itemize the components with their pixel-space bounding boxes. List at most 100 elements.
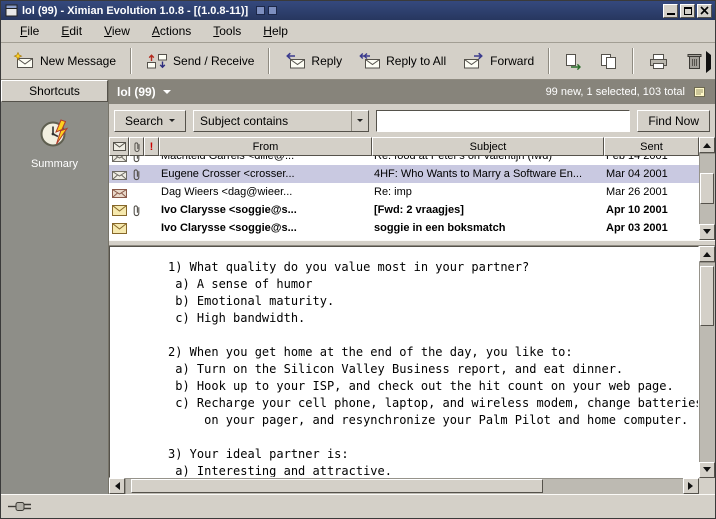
new-message-button[interactable]: New Message [5,47,124,75]
search-input[interactable] [376,110,630,132]
message-row[interactable]: Ivo Clarysse <soggie@s... soggie in een … [109,219,699,237]
preview-pane[interactable]: 1) What quality do you value most in you… [109,246,699,478]
message-from: Dag Wieers <dag@wieer... [159,186,372,198]
toolbar: New Message Send / Receive Reply [1,43,715,80]
menu-actions[interactable]: Actions [143,21,200,41]
shortcut-summary[interactable]: Summary [31,116,78,170]
message-subject: soggie in een boksmatch [372,222,604,234]
forward-button[interactable]: Forward [455,47,542,75]
message-from: Ivo Clarysse <soggie@s... [159,204,372,216]
chevron-down-icon [169,119,175,125]
send-receive-icon [146,52,168,70]
scroll-down-arrow-icon[interactable] [699,462,715,478]
send-receive-button[interactable]: Send / Receive [138,47,262,75]
scrollbar-thumb[interactable] [700,173,714,204]
column-sent[interactable]: Sent [604,137,699,156]
message-body-text: 1) What quality do you value most in you… [110,247,698,478]
toolbar-separator [268,48,270,74]
shortcuts-pane: Summary [1,102,108,494]
maximize-icon [684,7,692,15]
reply-all-label: Reply to All [386,54,446,68]
move-to-folder-icon [564,53,583,70]
message-row[interactable]: Eugene Crosser <crosser... 4HF: Who Want… [109,165,699,183]
close-button[interactable] [697,4,712,18]
scroll-right-arrow-icon[interactable] [683,478,699,494]
maximize-button[interactable] [680,4,695,18]
message-subject: 4HF: Who Wants to Marry a Software En... [372,168,604,180]
attachment-icon [129,204,144,217]
search-menu-button[interactable]: Search [114,110,186,132]
envelope-icon [113,142,126,151]
reply-label: Reply [311,54,342,68]
message-list-area: ! From Subject Sent [109,137,715,240]
menu-bar: File Edit View Actions Tools Help [1,20,715,43]
scroll-left-arrow-icon[interactable] [109,478,125,494]
menu-view[interactable]: View [95,21,139,41]
trash-icon [686,52,703,70]
menu-edit[interactable]: Edit [52,21,91,41]
reply-all-icon [359,52,381,70]
column-from[interactable]: From [159,137,372,156]
scrollbar-track[interactable] [699,262,715,462]
preview-area: 1) What quality do you value most in you… [109,246,715,478]
folder-status-text: 99 new, 1 selected, 103 total [546,86,693,98]
message-list-scrollbar[interactable] [699,137,715,240]
reply-to-all-button[interactable]: Reply to All [351,47,454,75]
message-subject: Re: food at Peter's on Valentijn (fwd) [372,156,604,162]
forward-label: Forward [490,54,534,68]
attachment-icon [129,168,144,181]
column-attachment[interactable] [129,137,144,156]
scroll-down-arrow-icon[interactable] [699,224,715,240]
scrollbar-thumb[interactable] [131,479,544,493]
message-row[interactable]: Ivo Clarysse <soggie@s... [Fwd: 2 vraagj… [109,201,699,219]
column-importance[interactable]: ! [144,137,159,156]
scrollbar-thumb[interactable] [700,266,714,326]
paperclip-icon [133,141,141,153]
toolbar-separator [548,48,550,74]
message-sent: Mar 26 2001 [604,186,699,198]
chevron-down-icon[interactable] [351,111,368,131]
read-envelope-icon [109,156,129,162]
message-sent: Apr 03 2001 [604,222,699,234]
scrollbar-track[interactable] [125,478,683,494]
message-row[interactable]: Dag Wieers <dag@wieer... Re: imp Mar 26 … [109,183,699,201]
search-menu-label: Search [125,114,163,128]
send-receive-label: Send / Receive [173,54,254,68]
message-from: Machteld Garrels <dille@... [159,156,372,162]
menu-file[interactable]: File [11,21,48,41]
folder-title[interactable]: lol (99) [117,85,156,99]
reply-button[interactable]: Reply [276,47,350,75]
search-criteria-select[interactable]: Subject contains [193,110,369,132]
preview-scrollbar[interactable] [699,246,715,478]
copy-to-folder-button[interactable] [592,48,626,75]
scrollbar-track[interactable] [699,153,715,224]
print-icon [648,53,669,70]
column-read-status[interactable] [109,137,129,156]
window-menu-icon[interactable] [4,4,18,18]
column-subject[interactable]: Subject [372,137,604,156]
titlebar-decoration-icon [256,6,277,15]
note-icon[interactable] [693,85,707,99]
toolbar-overflow-arrow-icon[interactable] [706,55,712,69]
find-now-button[interactable]: Find Now [637,110,710,132]
toolbar-separator [130,48,132,74]
shortcuts-group-button[interactable]: Shortcuts [1,80,108,102]
scroll-up-arrow-icon[interactable] [699,246,715,262]
titlebar[interactable]: lol (99) - Ximian Evolution 1.0.8 - [(1.… [1,1,715,20]
message-row[interactable]: Machteld Garrels <dille@... Re: food at … [109,156,699,165]
folder-title-bar[interactable]: lol (99) 99 new, 1 selected, 103 total [109,80,715,104]
unread-envelope-icon [109,223,129,234]
menu-tools[interactable]: Tools [204,21,250,41]
message-sent: Mar 04 2001 [604,168,699,180]
scrollbar-corner [699,478,715,494]
move-to-folder-button[interactable] [556,48,591,75]
chevron-down-icon [163,90,171,98]
scroll-up-arrow-icon[interactable] [699,137,715,153]
online-status-icon[interactable] [8,500,36,513]
horizontal-scrollbar[interactable] [109,478,715,494]
menu-help[interactable]: Help [254,21,297,41]
evolution-window: lol (99) - Ximian Evolution 1.0.8 - [(1.… [0,0,716,519]
unread-envelope-icon [109,205,129,216]
print-button[interactable] [640,48,677,75]
minimize-button[interactable] [663,4,678,18]
